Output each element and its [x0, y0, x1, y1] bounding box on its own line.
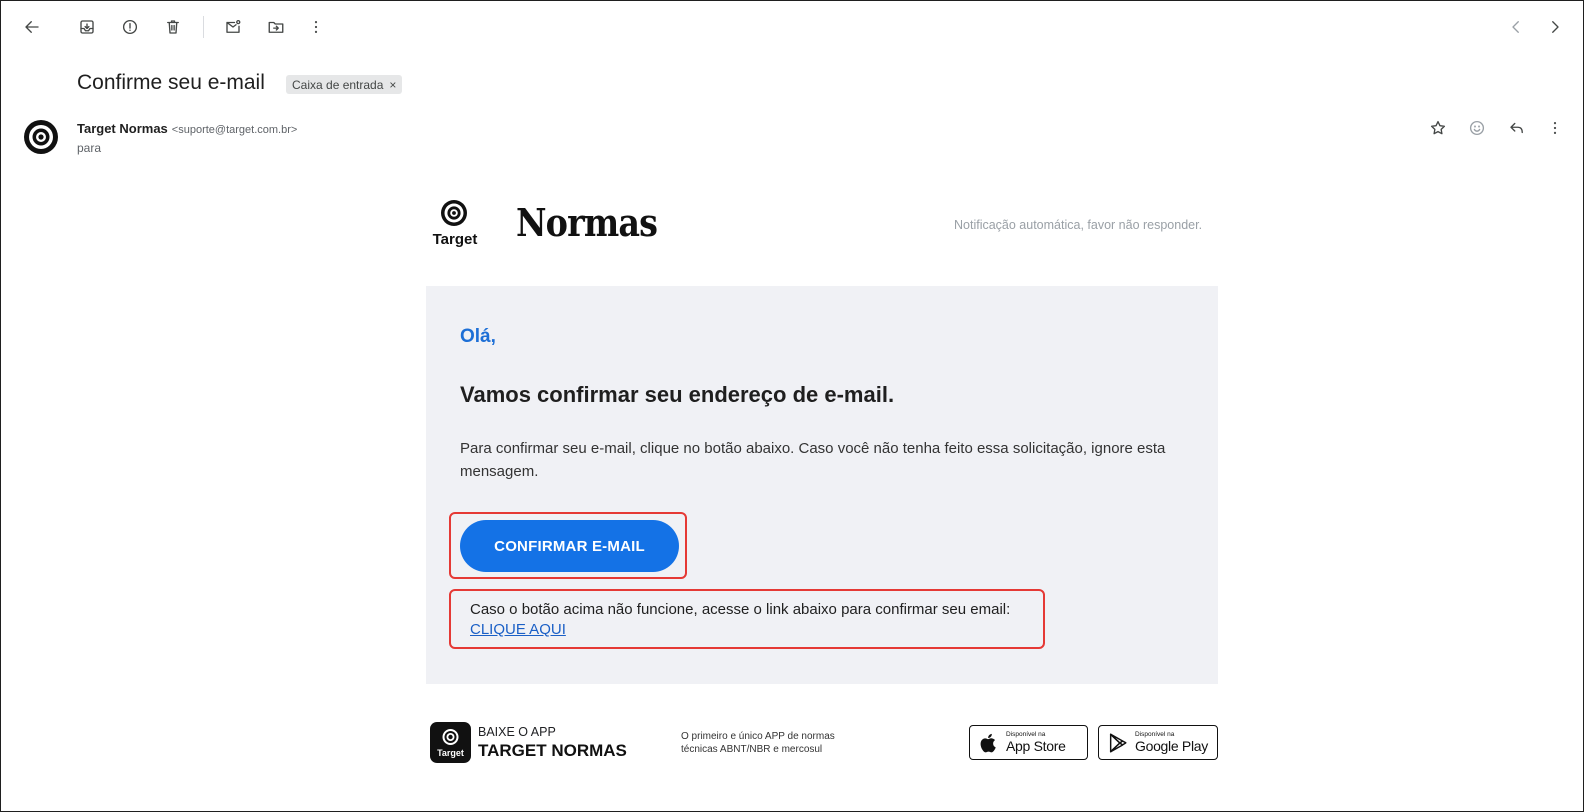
email-body-text: Para confirmar seu e-mail, clique no bot…: [460, 440, 1166, 480]
target-logo: Target: [428, 198, 484, 250]
message-more-icon[interactable]: [1541, 114, 1569, 142]
more-options-icon[interactable]: [302, 13, 330, 41]
newer-chevron-icon[interactable]: [1502, 13, 1530, 41]
sender-name[interactable]: Target Normas: [77, 121, 168, 136]
remove-label-icon[interactable]: ×: [389, 78, 396, 92]
archive-icon[interactable]: [73, 13, 101, 41]
confirm-email-button[interactable]: CONFIRMAR E-MAIL: [460, 520, 679, 572]
back-icon[interactable]: [18, 13, 46, 41]
delete-icon[interactable]: [159, 13, 187, 41]
email-headline: Vamos confirmar seu endereço de e-mail.: [460, 382, 895, 407]
app-name: TARGET NORMAS: [478, 741, 627, 760]
google-play-text: Google Play: [1135, 738, 1208, 754]
sender-line[interactable]: Target Normas <suporte@target.com.br>: [77, 121, 297, 136]
app-description: O primeiro e único APP de normas técnica…: [681, 731, 835, 755]
toolbar-divider: [203, 16, 204, 38]
app-store-badge[interactable]: Disponível na App Store: [969, 725, 1088, 760]
google-play-icon: [1109, 733, 1127, 752]
sender-address: <suporte@target.com.br>: [171, 124, 298, 136]
older-chevron-icon[interactable]: [1541, 13, 1569, 41]
app-icon-text: Target: [437, 748, 464, 758]
brand-wordmark: Normas: [516, 200, 658, 245]
auto-notice: Notificação automática, favor não respon…: [954, 218, 1203, 232]
recipient-line[interactable]: para: [77, 141, 101, 155]
reply-icon[interactable]: [1503, 114, 1531, 142]
report-spam-icon[interactable]: [116, 13, 144, 41]
google-play-badge[interactable]: Disponível na Google Play: [1098, 725, 1218, 760]
greeting: Olá,: [460, 326, 496, 347]
click-here-link[interactable]: CLIQUE AQUI: [470, 621, 566, 638]
app-store-text: App Store: [1006, 738, 1066, 754]
email-subject: Confirme seu e-mail: [77, 71, 265, 94]
emoji-reaction-icon[interactable]: [1463, 114, 1491, 142]
mark-unread-icon[interactable]: [219, 13, 247, 41]
inbox-label-chip[interactable]: Caixa de entrada ×: [286, 75, 403, 94]
sender-avatar[interactable]: [23, 119, 59, 155]
move-to-icon[interactable]: [262, 13, 290, 41]
apple-icon: [980, 733, 996, 752]
label-text: Caixa de entrada: [292, 77, 384, 92]
logo-text: Target: [433, 231, 478, 248]
star-icon[interactable]: [1424, 114, 1452, 142]
fallback-text: Caso o botão acima não funcione, acesse …: [470, 601, 1011, 618]
app-icon[interactable]: Target: [430, 722, 471, 763]
download-app-label: BAIXE O APP: [478, 725, 556, 739]
